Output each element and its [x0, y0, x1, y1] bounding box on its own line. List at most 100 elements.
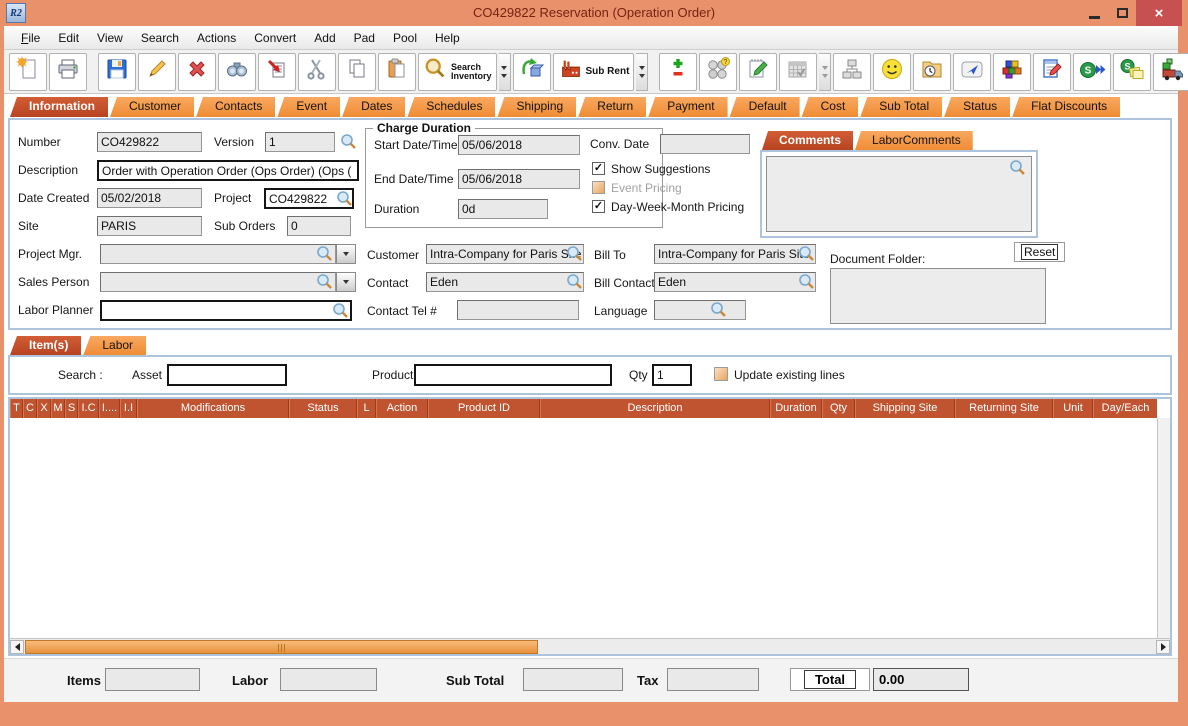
scroll-left-button[interactable] [10, 640, 24, 654]
tab-payment[interactable]: Payment [648, 97, 728, 117]
product-input[interactable] [414, 364, 612, 386]
grid-body-empty[interactable] [10, 418, 1157, 638]
delivery-truck-button[interactable] [1153, 52, 1188, 91]
copy-button[interactable] [338, 52, 376, 91]
version-search-icon[interactable] [340, 133, 357, 150]
event-pricing-checkbox[interactable] [592, 181, 605, 194]
column-header[interactable]: Returning Site [955, 399, 1053, 418]
duration-field[interactable]: 0d [458, 199, 548, 219]
menu-edit[interactable]: Edit [49, 31, 88, 45]
menu-add[interactable]: Add [305, 31, 344, 45]
reset-button[interactable]: Reset [1014, 242, 1066, 262]
column-header[interactable]: L [357, 399, 376, 418]
new-document-button[interactable] [9, 52, 47, 91]
tab-labor[interactable]: Labor [83, 336, 147, 355]
inventory-blocks-button[interactable] [993, 52, 1032, 91]
tab-return[interactable]: Return [578, 97, 647, 117]
tab-status[interactable]: Status [944, 97, 1011, 117]
paste-button[interactable] [378, 52, 416, 91]
language-field[interactable] [654, 300, 746, 320]
tab-contacts[interactable]: Contacts [196, 97, 276, 117]
asset-input[interactable] [167, 364, 287, 386]
close-button[interactable]: × [1136, 0, 1182, 26]
column-header[interactable]: Shipping Site [855, 399, 955, 418]
menu-search[interactable]: Search [132, 31, 188, 45]
items-total-field[interactable] [105, 668, 200, 691]
tab-customer[interactable]: Customer [110, 97, 195, 117]
sub-orders-field[interactable]: 0 [287, 216, 351, 236]
comments-search-icon[interactable] [1009, 159, 1026, 176]
column-header[interactable]: Product ID [428, 399, 540, 418]
sub-rent-button[interactable]: Sub Rent [552, 52, 635, 91]
grid-vertical-scrollbar[interactable] [1157, 418, 1170, 638]
project-mgr-search-icon[interactable] [316, 245, 333, 262]
comments-textarea[interactable] [766, 156, 1032, 232]
site-field[interactable]: PARIS [97, 216, 202, 236]
project-mgr-field[interactable] [100, 244, 336, 264]
menu-view[interactable]: View [88, 31, 132, 45]
search-inventory-dropdown[interactable] [498, 52, 511, 91]
column-header[interactable]: Description [540, 399, 770, 418]
column-header[interactable]: Unit [1053, 399, 1093, 418]
transfer-document-button[interactable] [258, 52, 296, 91]
history-folder-button[interactable] [913, 52, 952, 91]
tab-sub-total[interactable]: Sub Total [860, 97, 943, 117]
tab-shipping[interactable]: Shipping [497, 97, 577, 117]
column-header[interactable]: Modifications [137, 399, 289, 418]
edit-button[interactable] [138, 52, 176, 91]
maximize-button[interactable] [1108, 0, 1136, 26]
column-header[interactable]: I.I [120, 399, 137, 418]
calendar-dropdown[interactable] [819, 52, 832, 91]
contact-search-icon[interactable] [566, 273, 583, 290]
subtotal-field[interactable] [523, 668, 623, 691]
column-header[interactable]: Status [289, 399, 357, 418]
document-folder-textarea[interactable] [830, 268, 1046, 324]
labor-planner-search-icon[interactable] [332, 302, 349, 319]
column-header[interactable]: S [65, 399, 78, 418]
send-status-button[interactable]: S [1073, 52, 1112, 91]
customer-field[interactable]: Intra-Company for Paris Site [426, 244, 584, 264]
org-chart-button[interactable] [833, 52, 872, 91]
add-remove-lines-button[interactable] [659, 52, 698, 91]
total-field[interactable]: 0.00 [873, 668, 969, 691]
menu-convert[interactable]: Convert [245, 31, 305, 45]
project-mgr-dropdown[interactable] [336, 244, 356, 264]
column-header[interactable]: T [10, 399, 23, 418]
version-field[interactable]: 1 [265, 132, 335, 152]
project-search-icon[interactable] [336, 190, 353, 207]
column-header[interactable]: M [51, 399, 65, 418]
customer-search-icon[interactable] [566, 245, 583, 262]
labor-planner-field[interactable] [100, 300, 352, 321]
menu-help[interactable]: Help [426, 31, 469, 45]
column-header[interactable]: X [37, 399, 51, 418]
bill-contact-search-icon[interactable] [798, 273, 815, 290]
menu-pool[interactable]: Pool [384, 31, 426, 45]
sales-person-dropdown[interactable] [336, 272, 356, 292]
tab-labor-comments[interactable]: LaborComments [855, 131, 973, 150]
contact-field[interactable]: Eden [426, 272, 584, 292]
tab-cost[interactable]: Cost [801, 97, 859, 117]
calendar-button[interactable] [779, 52, 818, 91]
find-button[interactable] [218, 52, 256, 91]
tax-field[interactable] [667, 668, 759, 691]
grid-horizontal-scrollbar[interactable] [10, 638, 1170, 654]
sales-person-field[interactable] [100, 272, 336, 292]
edit-document-button[interactable] [1033, 52, 1072, 91]
tab-comments[interactable]: Comments [762, 131, 854, 150]
convert-items-button[interactable] [512, 52, 551, 91]
tab-items[interactable]: Item(s) [10, 336, 82, 355]
bill-to-search-icon[interactable] [798, 245, 815, 262]
column-header[interactable]: Action [376, 399, 428, 418]
print-button[interactable] [49, 52, 87, 91]
show-suggestions-checkbox[interactable] [592, 162, 605, 175]
qty-input[interactable]: 1 [652, 364, 692, 386]
bill-to-field[interactable]: Intra-Company for Paris Site [654, 244, 816, 264]
update-existing-lines-checkbox[interactable] [714, 367, 728, 381]
tab-event[interactable]: Event [277, 97, 341, 117]
description-field[interactable]: Order with Operation Order (Ops Order) (… [97, 160, 359, 181]
date-created-field[interactable]: 05/02/2018 [97, 188, 202, 208]
number-field[interactable]: CO429822 [97, 132, 202, 152]
scroll-right-button[interactable] [1156, 640, 1170, 654]
search-inventory-button[interactable]: Search Inventory [418, 52, 497, 91]
tab-flat-discounts[interactable]: Flat Discounts [1012, 97, 1121, 117]
